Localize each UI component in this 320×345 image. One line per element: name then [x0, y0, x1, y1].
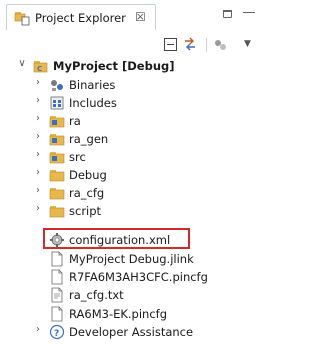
close-icon[interactable]: ☒	[135, 10, 146, 24]
collapsed-chevron-icon[interactable]: ›	[33, 77, 43, 88]
folder-icon	[49, 170, 65, 182]
svg-text:?: ?	[54, 329, 59, 339]
tree-item-jlink[interactable]: MyProject Debug.jlink	[0, 250, 256, 268]
restore-icon[interactable]	[223, 10, 232, 18]
source-folder-icon	[49, 116, 65, 128]
binaries-icon	[51, 80, 63, 91]
view-tab-bar: Project Explorer ☒	[0, 0, 256, 34]
view-toolbar: ▼	[0, 34, 256, 56]
collapsed-chevron-icon[interactable]: ›	[33, 324, 43, 335]
svg-text:C: C	[37, 65, 42, 73]
tree-item-label: ra_gen	[69, 132, 109, 146]
expanded-chevron-icon[interactable]: ∨	[17, 58, 27, 69]
folder-icon	[49, 206, 65, 218]
project-explorer-title: Project Explorer	[35, 11, 126, 25]
minimize-icon[interactable]	[243, 12, 255, 13]
filter-icon[interactable]	[213, 38, 227, 52]
source-folder-icon	[49, 152, 65, 164]
tree-item-ra-gen[interactable]: › ra_gen	[0, 130, 256, 148]
project-icon: C	[33, 61, 48, 73]
tree-item-label: R7FA6M3AH3CFC.pincfg	[69, 270, 208, 284]
collapsed-chevron-icon[interactable]: ›	[33, 167, 43, 178]
project-explorer-tab[interactable]: Project Explorer ☒	[6, 4, 156, 30]
includes-icon	[50, 96, 64, 110]
source-folder-icon	[49, 134, 65, 146]
toolbar-separator	[206, 38, 207, 52]
tree-item-label: RA6M3-EK.pincfg	[69, 307, 168, 321]
tree-item-label: Developer Assistance	[69, 325, 194, 339]
folder-icon	[49, 188, 65, 200]
tree-item-label: ra_cfg.txt	[69, 288, 124, 302]
tree-root[interactable]: ∨ C MyProject [Debug]	[0, 57, 256, 75]
collapsed-chevron-icon[interactable]: ›	[33, 149, 43, 160]
tree-item-developer-assistance[interactable]: › ? Developer Assistance	[0, 323, 256, 341]
collapsed-chevron-icon[interactable]: ›	[33, 185, 43, 196]
collapsed-chevron-icon[interactable]: ›	[33, 113, 43, 124]
tree-item-label: Binaries	[69, 78, 116, 92]
help-icon: ?	[49, 324, 65, 340]
file-icon	[51, 251, 63, 267]
tree-item-includes[interactable]: › Includes	[0, 94, 256, 112]
tree-item-binaries[interactable]: › Binaries	[0, 76, 256, 94]
tree-root-label: MyProject [Debug]	[53, 59, 175, 73]
tree-item-label: MyProject Debug.jlink	[69, 252, 194, 266]
file-icon	[51, 287, 63, 303]
tree-item-label: Debug	[69, 168, 107, 182]
collapsed-chevron-icon[interactable]: ›	[33, 95, 43, 106]
project-explorer-icon	[14, 12, 30, 26]
tree-item-ra[interactable]: › ra	[0, 112, 256, 130]
tree-item-ra-cfg-txt[interactable]: ra_cfg.txt	[0, 286, 256, 304]
file-icon	[51, 306, 63, 322]
tree-item-ra-cfg[interactable]: › ra_cfg	[0, 184, 256, 202]
tree-item-label: src	[69, 150, 86, 164]
tree-item-label: ra	[69, 114, 81, 128]
tree-item-label: Includes	[69, 96, 117, 110]
file-icon	[51, 269, 63, 285]
tree-item-board-pincfg[interactable]: RA6M3-EK.pincfg	[0, 305, 256, 323]
view-menu-icon[interactable]: ▼	[244, 39, 251, 49]
tree-item-debug[interactable]: › Debug	[0, 166, 256, 184]
tree-item-label: ra_cfg	[69, 186, 105, 200]
collapse-all-icon[interactable]	[164, 38, 177, 51]
tree-item-pincfg[interactable]: R7FA6M3AH3CFC.pincfg	[0, 268, 256, 286]
collapsed-chevron-icon[interactable]: ›	[33, 131, 43, 142]
collapsed-chevron-icon[interactable]: ›	[33, 203, 43, 214]
link-with-editor-icon[interactable]	[183, 37, 197, 51]
tree-item-script[interactable]: › script	[0, 202, 256, 220]
tree-item-src[interactable]: › src	[0, 148, 256, 166]
tree-item-label: script	[69, 204, 102, 218]
highlight-box	[43, 228, 190, 249]
